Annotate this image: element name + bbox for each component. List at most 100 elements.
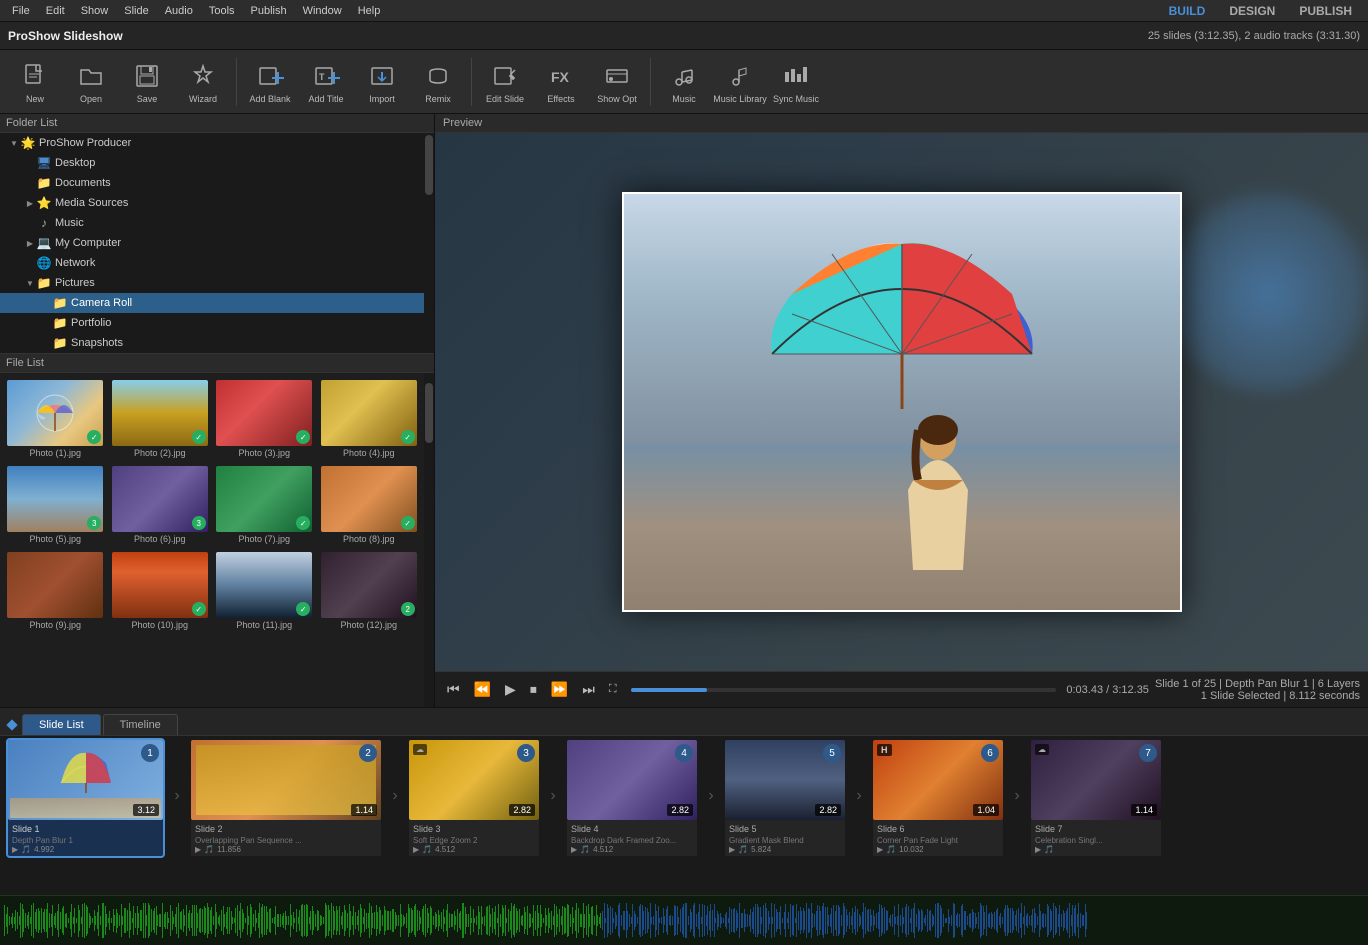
tree-label: Portfolio xyxy=(71,317,111,329)
file-thumb-4[interactable]: ✓ Photo (4).jpg xyxy=(318,377,421,461)
add-blank-icon xyxy=(254,60,286,92)
tree-item-music[interactable]: ♪ Music xyxy=(0,213,424,233)
tree-item-camera-roll[interactable]: 📁 Camera Roll xyxy=(0,293,424,313)
tree-item-network[interactable]: 🌐 Network xyxy=(0,253,424,273)
sync-music-button[interactable]: Sync Music xyxy=(769,53,823,111)
menu-audio[interactable]: Audio xyxy=(157,3,201,19)
music-button[interactable]: Music xyxy=(657,53,711,111)
menu-window[interactable]: Window xyxy=(295,3,350,19)
menu-show[interactable]: Show xyxy=(73,3,117,19)
file-thumb-10[interactable]: ✓ Photo (10).jpg xyxy=(109,549,212,633)
sync-music-icon xyxy=(780,60,812,92)
show-opt-button[interactable]: Show Opt xyxy=(590,53,644,111)
menu-help[interactable]: Help xyxy=(350,3,389,19)
design-mode-button[interactable]: DESIGN xyxy=(1217,2,1287,20)
thumb-label-3: Photo (3).jpg xyxy=(238,448,290,458)
tree-item-snapshots[interactable]: 📁 Snapshots xyxy=(0,333,424,353)
file-section: File List ✓ Photo (1).jpg xyxy=(0,354,434,707)
file-thumb-7[interactable]: ✓ Photo (7).jpg xyxy=(213,463,316,547)
my-computer-icon: 💻 xyxy=(36,235,52,251)
effects-button[interactable]: FX Effects xyxy=(534,53,588,111)
skip-to-end-button[interactable]: ⏭ xyxy=(578,677,599,702)
slide-item-1[interactable]: 3.12 1 Slide 1 Depth Pan Blur 1 ▶🎵4.992 xyxy=(8,740,163,856)
add-blank-button[interactable]: Add Blank xyxy=(243,53,297,111)
file-thumb-11[interactable]: ✓ Photo (11).jpg xyxy=(213,549,316,633)
file-thumb-8[interactable]: ✓ Photo (8).jpg xyxy=(318,463,421,547)
new-button[interactable]: New xyxy=(8,53,62,111)
save-button[interactable]: Save xyxy=(120,53,174,111)
slide-item-6[interactable]: H 1.04 6 Slide 6 Corner Pan Fade Light ▶… xyxy=(873,740,1003,856)
import-button[interactable]: Import xyxy=(355,53,409,111)
menu-slide[interactable]: Slide xyxy=(116,3,156,19)
slide-duration-7: 1.14 xyxy=(1131,804,1157,816)
tree-item-media-sources[interactable]: ▶ ⭐ Media Sources xyxy=(0,193,424,213)
expand-arrow: ▼ xyxy=(8,137,20,149)
step-back-button[interactable]: ⏪ xyxy=(470,677,495,702)
effects-icon: FX xyxy=(545,60,577,92)
menu-bar: File Edit Show Slide Audio Tools Publish… xyxy=(0,0,1368,22)
remix-button[interactable]: Remix xyxy=(411,53,465,111)
build-mode-button[interactable]: BUILD xyxy=(1157,2,1218,20)
tree-item-documents[interactable]: 📁 Documents xyxy=(0,173,424,193)
expand-arrow xyxy=(24,257,36,269)
skip-to-start-button[interactable]: ⏮ xyxy=(443,677,464,702)
tree-item-proshow[interactable]: ▼ 🌟 ProShow Producer xyxy=(0,133,424,153)
waveform-green xyxy=(4,901,1364,941)
progress-bar[interactable] xyxy=(631,688,1057,692)
music-lib-button[interactable]: Music Library xyxy=(713,53,767,111)
music-folder-icon: ♪ xyxy=(36,215,52,231)
slide-thumb-container-6: H 1.04 6 xyxy=(873,740,1003,820)
tree-label: Desktop xyxy=(55,157,95,169)
slide-item-3[interactable]: ☁ 2.82 3 Slide 3 Soft Edge Zoom 2 ▶🎵4.51… xyxy=(409,740,539,856)
progress-fill xyxy=(631,688,708,692)
tree-item-portfolio[interactable]: 📁 Portfolio xyxy=(0,313,424,333)
step-forward-button[interactable]: ⏩ xyxy=(547,677,572,702)
slide-transition-arrow-6: › xyxy=(1007,787,1027,805)
slide-label-5: Slide 5 xyxy=(729,822,841,836)
file-scrollbar[interactable] xyxy=(424,373,434,707)
fullscreen-button[interactable]: ⛶ xyxy=(605,679,621,700)
music-label: Music xyxy=(672,94,696,104)
slide-item-2[interactable]: 1.14 2 Slide 2 Overlapping Pan Sequence … xyxy=(191,740,381,856)
preview-canvas xyxy=(435,133,1368,671)
file-thumb-1[interactable]: ✓ Photo (1).jpg xyxy=(4,377,107,461)
tree-label: Network xyxy=(55,257,95,269)
menu-file[interactable]: File xyxy=(4,3,38,19)
thumb-badge-4: ✓ xyxy=(401,430,415,444)
menu-edit[interactable]: Edit xyxy=(38,3,73,19)
file-scroll-container: ✓ Photo (1).jpg ✓ Photo (2).jpg xyxy=(0,373,434,707)
folder-scrollbar[interactable] xyxy=(424,133,434,353)
file-thumb-6[interactable]: 3 Photo (6).jpg xyxy=(109,463,212,547)
menu-tools[interactable]: Tools xyxy=(201,3,243,19)
timeline-tab[interactable]: Timeline xyxy=(103,714,178,735)
edit-slide-button[interactable]: Edit Slide xyxy=(478,53,532,111)
play-button[interactable]: ▶ xyxy=(501,677,520,702)
file-thumb-9[interactable]: Photo (9).jpg xyxy=(4,549,107,633)
wizard-button[interactable]: Wizard xyxy=(176,53,230,111)
slide-item-7[interactable]: ☁ 1.14 7 Slide 7 Celebration Singl... ▶🎵 xyxy=(1031,740,1161,856)
file-thumb-2[interactable]: ✓ Photo (2).jpg xyxy=(109,377,212,461)
slide-status: Slide 1 of 25 | Depth Pan Blur 1 | 6 Lay… xyxy=(1155,678,1360,702)
add-title-button[interactable]: T Add Title xyxy=(299,53,353,111)
thumb-label-11: Photo (11).jpg xyxy=(236,620,292,630)
thumb-label-5: Photo (5).jpg xyxy=(29,534,81,544)
slide-item-5[interactable]: 2.82 5 Slide 5 Gradient Mask Blend ▶🎵5.8… xyxy=(725,740,845,856)
tree-item-my-computer[interactable]: ▶ 💻 My Computer xyxy=(0,233,424,253)
file-thumb-3[interactable]: ✓ Photo (3).jpg xyxy=(213,377,316,461)
add-blank-label: Add Blank xyxy=(249,94,290,104)
file-thumb-12[interactable]: 2 Photo (12).jpg xyxy=(318,549,421,633)
stop-button[interactable]: ⏹ xyxy=(526,677,541,702)
slide-list-tab[interactable]: Slide List xyxy=(22,714,101,735)
publish-mode-button[interactable]: PUBLISH xyxy=(1287,2,1364,20)
folder-scroll: ▼ 🌟 ProShow Producer 🖥 Desktop xyxy=(0,133,434,353)
tree-item-pictures[interactable]: ▼ 📁 Pictures xyxy=(0,273,424,293)
music-icon xyxy=(668,60,700,92)
menu-publish[interactable]: Publish xyxy=(243,3,295,19)
tree-item-desktop[interactable]: 🖥 Desktop xyxy=(0,153,424,173)
file-thumb-5[interactable]: 3 Photo (5).jpg xyxy=(4,463,107,547)
slide-item-4[interactable]: 2.82 4 Slide 4 Backdrop Dark Framed Zoo.… xyxy=(567,740,697,856)
time-display: 0:03.43 / 3:12.35 xyxy=(1066,684,1149,696)
waveform-bar xyxy=(1086,912,1087,930)
open-button[interactable]: Open xyxy=(64,53,118,111)
slide-thumb-container-3: ☁ 2.82 3 xyxy=(409,740,539,820)
